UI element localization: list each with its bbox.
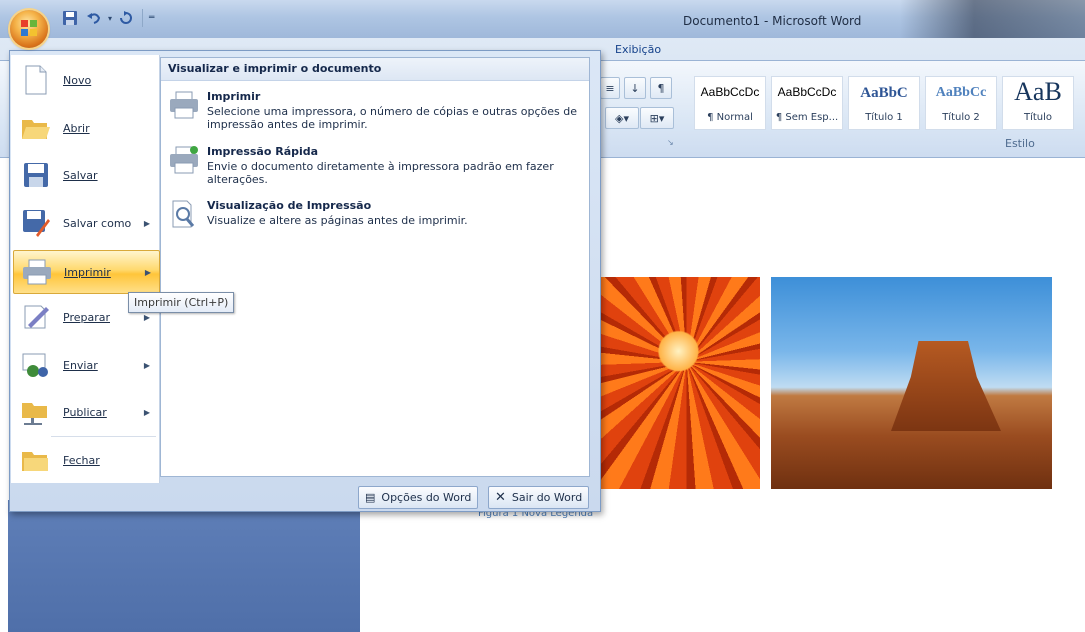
paragraph-dialog-launcher-icon[interactable]: ↘: [667, 138, 674, 147]
menu-item-label: Publicar: [63, 405, 107, 419]
submenu-arrow-icon: ▶: [143, 407, 150, 417]
submenu-arrow-icon: ▶: [143, 360, 150, 370]
style-normal[interactable]: AaBbCcDc ¶ Normal: [694, 76, 766, 130]
submenu-item-title: Imprimir: [207, 90, 261, 103]
open-folder-icon: [19, 112, 53, 144]
print-submenu: Visualizar e imprimir o documento Imprim…: [160, 57, 590, 477]
menu-item-salvar[interactable]: Salvar: [13, 154, 158, 196]
save-icon[interactable]: [60, 8, 80, 28]
menu-item-abrir[interactable]: Abrir: [13, 107, 158, 149]
submenu-item-title: Impressão Rápida: [207, 145, 319, 158]
menu-item-fechar[interactable]: Fechar: [13, 439, 158, 481]
office-button[interactable]: [10, 10, 48, 48]
style-sample: AaBbCc: [935, 85, 987, 100]
style-sample: AaB: [1014, 77, 1062, 106]
menu-item-publicar[interactable]: Publicar ▶: [13, 391, 158, 433]
qat-separator: [142, 9, 144, 27]
menu-item-label: Salvar: [63, 168, 98, 182]
title-bar-glass: [900, 0, 1085, 38]
printer-icon: [20, 256, 54, 288]
office-menu-footer: ▤ Opções do Word ✕ Sair do Word: [10, 483, 600, 510]
menu-item-label: Salvar como: [63, 216, 132, 230]
sort-az-icon[interactable]: ↓: [624, 77, 646, 99]
customize-qat-icon[interactable]: ═: [149, 13, 154, 23]
window-title: Documento1 - Microsoft Word: [683, 14, 862, 28]
undo-dropdown-icon[interactable]: ▾: [108, 14, 112, 23]
office-menu: Novo Abrir Salvar Salvar como ▶ Imprimir…: [9, 50, 601, 512]
office-menu-commands: Novo Abrir Salvar Salvar como ▶ Imprimir…: [11, 55, 160, 483]
undo-icon[interactable]: [84, 8, 104, 28]
redo-icon[interactable]: [116, 8, 136, 28]
submenu-arrow-icon: ▶: [144, 267, 151, 277]
submenu-header: Visualizar e imprimir o documento: [161, 58, 589, 81]
submenu-item-imprimir[interactable]: Imprimir Selecione uma impressora, o núm…: [169, 90, 579, 131]
menu-item-novo[interactable]: Novo: [13, 59, 158, 101]
tab-exibicao[interactable]: Exibição: [615, 43, 661, 56]
desert-butte-shape: [891, 341, 1001, 431]
submenu-item-description: Selecione uma impressora, o número de có…: [207, 105, 578, 131]
submenu-arrow-icon: ▶: [143, 218, 150, 228]
style-sample: AaBbC: [860, 85, 908, 101]
style-name: Título: [1023, 112, 1053, 123]
menu-item-label: Enviar: [63, 358, 98, 372]
flower-image[interactable]: [597, 277, 760, 489]
menu-separator: [51, 436, 156, 437]
exit-word-button[interactable]: ✕ Sair do Word: [488, 486, 590, 509]
menu-item-imprimir[interactable]: Imprimir ▶: [13, 250, 160, 294]
close-icon: ✕: [495, 490, 506, 505]
quick-print-icon: [169, 145, 199, 177]
print-preview-icon: [169, 199, 199, 231]
close-folder-icon: [19, 444, 53, 476]
sort-icon[interactable]: ≡: [600, 77, 620, 99]
menu-item-label: Fechar: [63, 453, 100, 467]
menu-item-enviar[interactable]: Enviar ▶: [13, 344, 158, 386]
title-bar: Documento1 - Microsoft Word ▾ ═: [0, 0, 1085, 39]
submenu-item-impressao-rapida[interactable]: Impressão Rápida Envie o documento diret…: [169, 145, 579, 186]
style-sample: AaBbCcDc: [700, 85, 760, 99]
publish-icon: [19, 396, 53, 428]
quick-access-toolbar: ▾ ═: [60, 8, 154, 28]
menu-item-label: Novo: [63, 73, 92, 87]
menu-item-salvar-como[interactable]: Salvar como ▶: [13, 202, 158, 244]
style-name: Título 2: [942, 112, 980, 123]
style-name: Título 1: [865, 112, 903, 123]
printer-icon: [169, 90, 199, 122]
style-titulo-1[interactable]: AaBbC Título 1: [848, 76, 920, 130]
borders-icon[interactable]: ⊞▾: [640, 107, 674, 129]
group-label-estilo: Estilo: [1005, 137, 1035, 150]
prepare-icon: [19, 301, 53, 333]
send-icon: [19, 349, 53, 381]
pilcrow-icon[interactable]: ¶: [650, 77, 672, 99]
style-sample: AaBbCcDc: [777, 85, 837, 99]
style-titulo-2[interactable]: AaBbCc Título 2: [925, 76, 997, 130]
tooltip: Imprimir (Ctrl+P): [128, 292, 235, 313]
menu-item-label: Imprimir: [64, 265, 111, 279]
submenu-arrow-icon: ▶: [143, 312, 150, 322]
style-sem-espacamento[interactable]: AaBbCcDc ¶ Sem Esp...: [771, 76, 843, 130]
submenu-item-title: Visualização de Impressão: [207, 199, 372, 212]
options-icon: ▤: [365, 491, 376, 504]
submenu-item-description: Envie o documento diretamente à impresso…: [207, 160, 554, 186]
office-logo-icon: [21, 20, 37, 36]
save-icon: [19, 159, 53, 191]
exit-word-label: Sair do Word: [511, 491, 583, 504]
word-options-button[interactable]: ▤ Opções do Word: [358, 486, 479, 509]
new-document-icon: [19, 64, 53, 96]
style-name: ¶ Sem Esp...: [775, 112, 839, 123]
desert-image[interactable]: [771, 277, 1052, 489]
document-background-panel: [8, 500, 360, 632]
word-options-label: Opções do Word: [381, 491, 472, 504]
style-titulo[interactable]: AaB Título: [1002, 76, 1074, 130]
menu-item-label: Abrir: [63, 121, 90, 135]
submenu-item-description: Visualize e altere as páginas antes de i…: [207, 214, 468, 227]
style-name: ¶ Normal: [707, 112, 753, 123]
shading-icon[interactable]: ◈▾: [605, 107, 639, 129]
save-as-icon: [19, 207, 53, 239]
submenu-item-visualizacao-impressao[interactable]: Visualização de Impressão Visualize e al…: [169, 199, 579, 231]
menu-item-label: Preparar: [63, 310, 110, 324]
